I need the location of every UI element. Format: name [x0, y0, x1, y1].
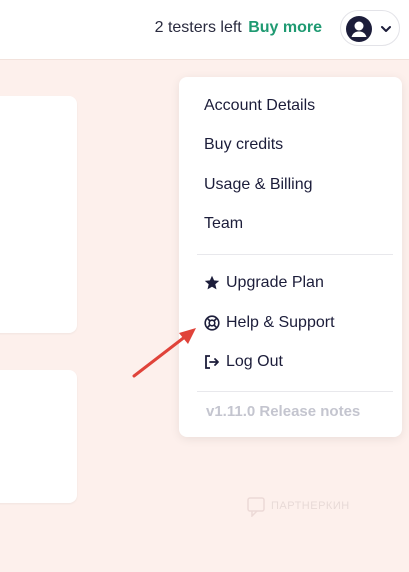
account-menu-button[interactable] — [340, 10, 400, 46]
buy-more-link[interactable]: Buy more — [248, 19, 322, 36]
menu-item-account-details[interactable]: Account Details — [204, 96, 315, 116]
menu-item-label: Account Details — [204, 97, 316, 114]
release-notes-link[interactable]: v1.11.0 Release notes — [206, 403, 360, 420]
menu-item-label: Log Out — [226, 353, 283, 370]
menu-item-label: Help & Support — [226, 314, 335, 331]
menu-item-usage-billing[interactable]: Usage & Billing — [204, 175, 313, 195]
menu-item-label: Upgrade Plan — [226, 274, 324, 291]
background-card — [0, 96, 77, 333]
menu-item-buy-credits[interactable]: Buy credits — [204, 135, 283, 155]
menu-item-upgrade-plan[interactable]: Upgrade Plan — [204, 273, 324, 293]
watermark-text: ПАРТНЕРКИН — [271, 500, 350, 512]
account-dropdown-menu: Account Details Buy credits Usage & Bill… — [179, 77, 402, 437]
menu-item-help-support[interactable]: Help & Support — [204, 313, 335, 333]
menu-item-log-out[interactable]: Log Out — [204, 352, 283, 372]
menu-divider — [197, 254, 393, 255]
top-bar: 2 testers left Buy more — [0, 0, 409, 60]
lifebuoy-icon — [204, 315, 220, 331]
menu-item-team[interactable]: Team — [204, 214, 243, 234]
menu-divider — [197, 391, 393, 392]
chevron-down-icon — [381, 26, 391, 32]
user-circle-icon — [346, 16, 372, 42]
star-icon — [204, 275, 220, 290]
menu-item-label: Team — [204, 215, 244, 232]
watermark-logo-icon — [247, 497, 265, 517]
testers-status: 2 testers left Buy more — [155, 18, 322, 38]
menu-item-label: Buy credits — [204, 136, 284, 153]
watermark: ПАРТНЕРКИН — [247, 496, 362, 518]
logout-icon — [205, 355, 219, 369]
testers-left-text: 2 testers left — [154, 19, 242, 36]
background-card — [0, 370, 77, 503]
annotation-arrow — [132, 328, 196, 378]
menu-item-label: Usage & Billing — [204, 176, 313, 193]
